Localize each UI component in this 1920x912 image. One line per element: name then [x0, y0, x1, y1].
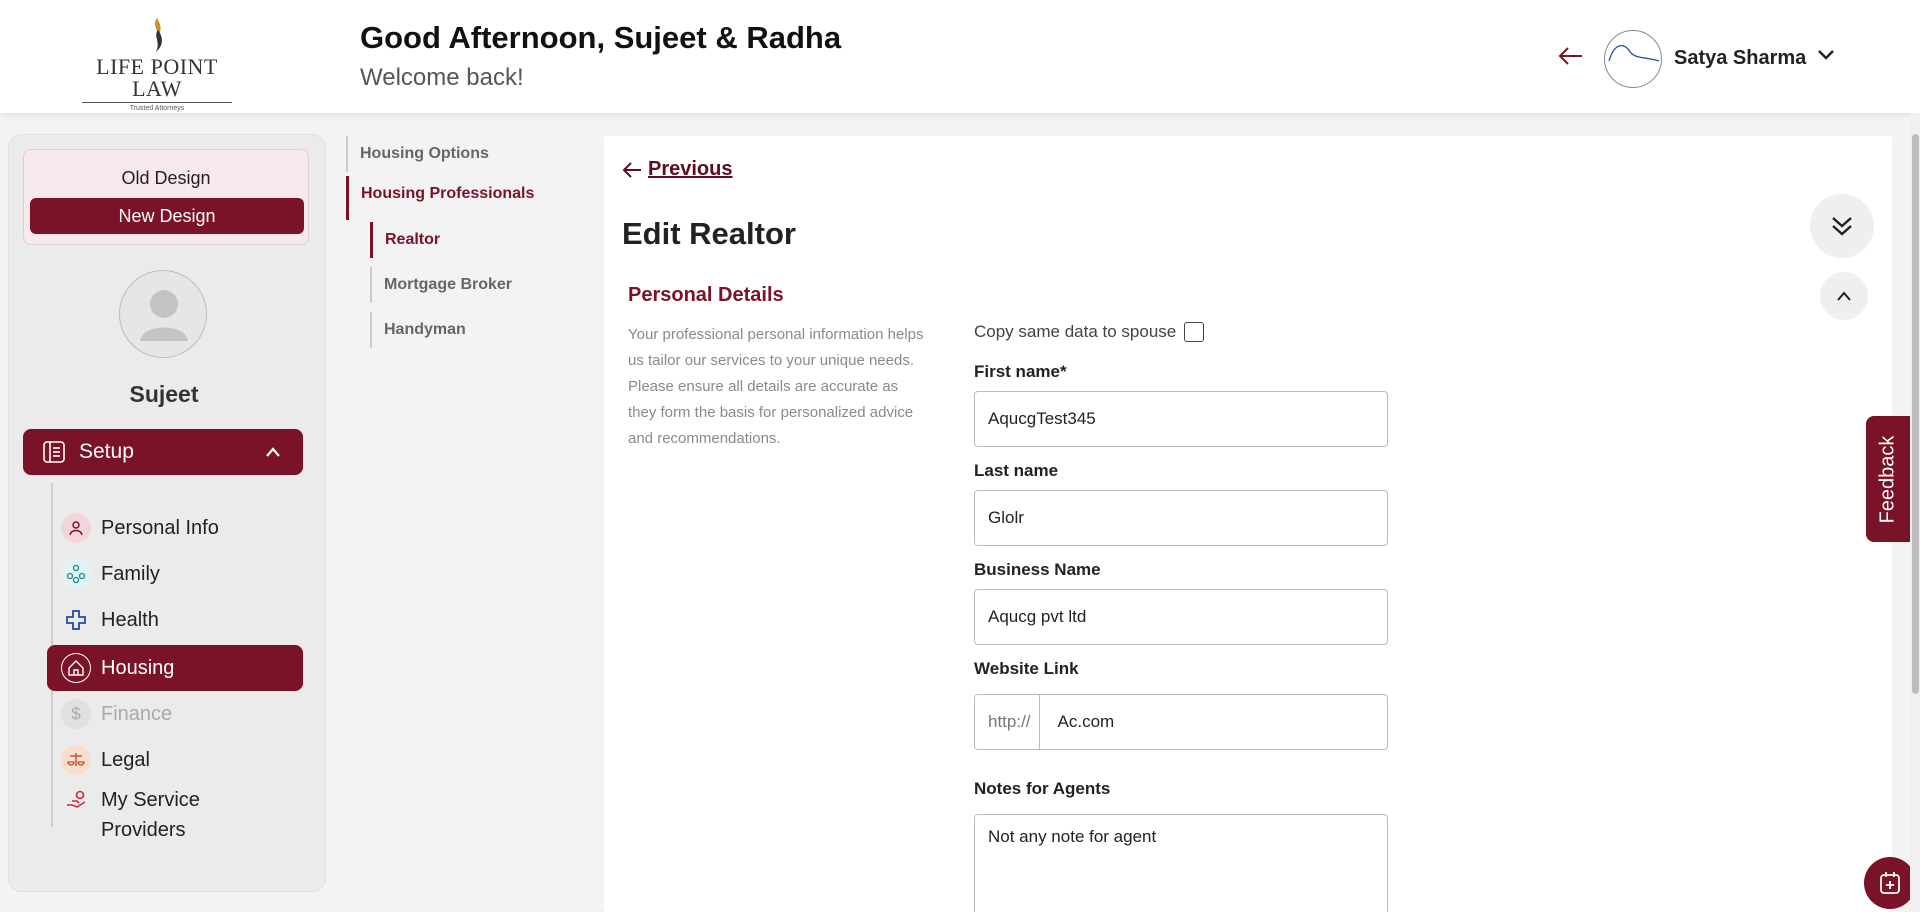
website-link-field[interactable]: http:// Ac.com — [974, 694, 1388, 750]
subnav-housing-options[interactable]: Housing Options — [346, 136, 489, 172]
subnav-mortgage-broker[interactable]: Mortgage Broker — [370, 267, 512, 303]
business-name-label: Business Name — [974, 560, 1101, 579]
notes-label: Notes for Agents — [974, 779, 1111, 798]
first-name-label: First name* — [974, 362, 1067, 381]
scales-icon — [61, 745, 91, 775]
previous-link[interactable]: Previous — [622, 158, 732, 181]
checklist-icon — [43, 441, 65, 463]
copy-to-spouse-checkbox[interactable] — [1184, 322, 1205, 342]
sidebar-item-label: Legal — [101, 749, 150, 771]
double-chevron-down-icon — [1832, 217, 1852, 236]
subnav-handyman[interactable]: Handyman — [370, 312, 466, 348]
sidebar-item-family[interactable]: Family — [47, 551, 303, 597]
sidebar-item-health[interactable]: Health — [47, 597, 303, 643]
calendar-button[interactable] — [1864, 857, 1916, 909]
feedback-label: Feedback — [1876, 435, 1899, 523]
notes-textarea[interactable]: Not any note for agent — [974, 814, 1388, 912]
chevron-down-icon[interactable] — [1816, 48, 1836, 62]
subnav-realtor[interactable]: Realtor — [370, 222, 440, 258]
sidebar-item-label: Housing — [101, 657, 175, 679]
greeting-subtitle: Welcome back! — [360, 64, 524, 91]
user-name[interactable]: Satya Sharma — [1674, 47, 1806, 70]
sidebar-item-personal-info[interactable]: Personal Info — [47, 505, 303, 551]
sidebar-item-label: Family — [101, 563, 160, 585]
flame-logo-icon — [155, 18, 162, 52]
user-avatar[interactable] — [1604, 30, 1662, 88]
url-prefix: http:// — [988, 695, 1040, 749]
calendar-add-icon — [1880, 872, 1900, 894]
sidebar-item-label: My Service Providers — [101, 789, 200, 841]
page-title: Edit Realtor — [622, 216, 796, 251]
setup-label: Setup — [79, 440, 134, 463]
collapse-section-button[interactable] — [1820, 272, 1868, 320]
first-name-value: AqucgTest345 — [988, 409, 1096, 428]
sidebar-item-label: Health — [101, 609, 159, 631]
website-link-label: Website Link — [974, 659, 1079, 678]
family-icon — [61, 559, 91, 589]
business-name-field[interactable]: Aqucg pvt ltd — [974, 589, 1388, 645]
sidebar-item-legal[interactable]: Legal — [47, 737, 303, 783]
top-header: LIFE POINT LAW Trusted Attorneys Good Af… — [0, 0, 1920, 113]
sidebar-item-label: Personal Info — [101, 517, 219, 539]
arrow-left-icon — [622, 161, 641, 178]
last-name-label: Last name — [974, 461, 1059, 480]
new-design-button[interactable]: New Design — [30, 198, 304, 234]
section-title: Personal Details — [628, 284, 784, 306]
last-name-value: Glolr — [988, 508, 1024, 527]
last-name-field[interactable]: Glolr — [974, 490, 1388, 546]
notes-value: Not any note for agent — [988, 827, 1157, 846]
health-cross-icon — [61, 605, 91, 635]
left-sidebar: Old Design New Design Sujeet Setup Perso… — [8, 134, 326, 892]
sidebar-item-housing[interactable]: Housing — [47, 645, 303, 691]
setup-section-toggle[interactable]: Setup — [23, 429, 303, 475]
service-hand-icon — [61, 785, 91, 815]
greeting-block: Good Afternoon, Sujeet & Radha Welcome b… — [360, 20, 841, 92]
sidebar-item-label: Finance — [101, 703, 173, 725]
brand-name: LIFE POINT LAW — [96, 54, 218, 101]
avatar-signature-icon — [1608, 45, 1660, 62]
scroll-bottom-button[interactable] — [1810, 194, 1874, 258]
feedback-tab[interactable]: Feedback — [1866, 416, 1910, 542]
chevron-up-icon — [1837, 291, 1851, 301]
website-link-value: Ac.com — [1057, 712, 1115, 731]
house-icon — [61, 653, 91, 683]
edit-realtor-card: Previous Edit Realtor Personal Details Y… — [604, 136, 1892, 912]
design-toggle: Old Design New Design — [23, 149, 309, 245]
section-description: Your professional personal information h… — [628, 326, 924, 447]
subnav-housing-professionals[interactable]: Housing Professionals — [346, 176, 534, 220]
person-placeholder-icon — [140, 290, 188, 341]
back-arrow-icon[interactable] — [1556, 44, 1584, 68]
business-name-value: Aqucg pvt ltd — [988, 607, 1087, 626]
old-design-button[interactable]: Old Design — [24, 168, 308, 189]
chevron-up-icon — [266, 447, 280, 457]
brand-logo[interactable]: LIFE POINT LAW Trusted Attorneys — [72, 16, 242, 112]
profile-avatar[interactable] — [119, 270, 207, 358]
first-name-field[interactable]: AqucgTest345 — [974, 391, 1388, 447]
scrollbar-thumb[interactable] — [1912, 134, 1919, 694]
greeting-title: Good Afternoon, Sujeet & Radha — [360, 20, 842, 55]
copy-to-spouse-row: Copy same data to spouse — [974, 322, 1205, 342]
brand-tagline: Trusted Attorneys — [82, 102, 232, 112]
sidebar-item-my-service-providers[interactable]: My Service Providers — [47, 783, 303, 847]
previous-label: Previous — [648, 158, 733, 180]
profile-name: Sujeet — [129, 381, 199, 407]
dollar-icon: $ — [61, 699, 91, 729]
copy-to-spouse-label: Copy same data to spouse — [974, 322, 1177, 341]
person-icon — [61, 513, 91, 543]
sidebar-item-finance[interactable]: $ Finance — [47, 691, 303, 737]
